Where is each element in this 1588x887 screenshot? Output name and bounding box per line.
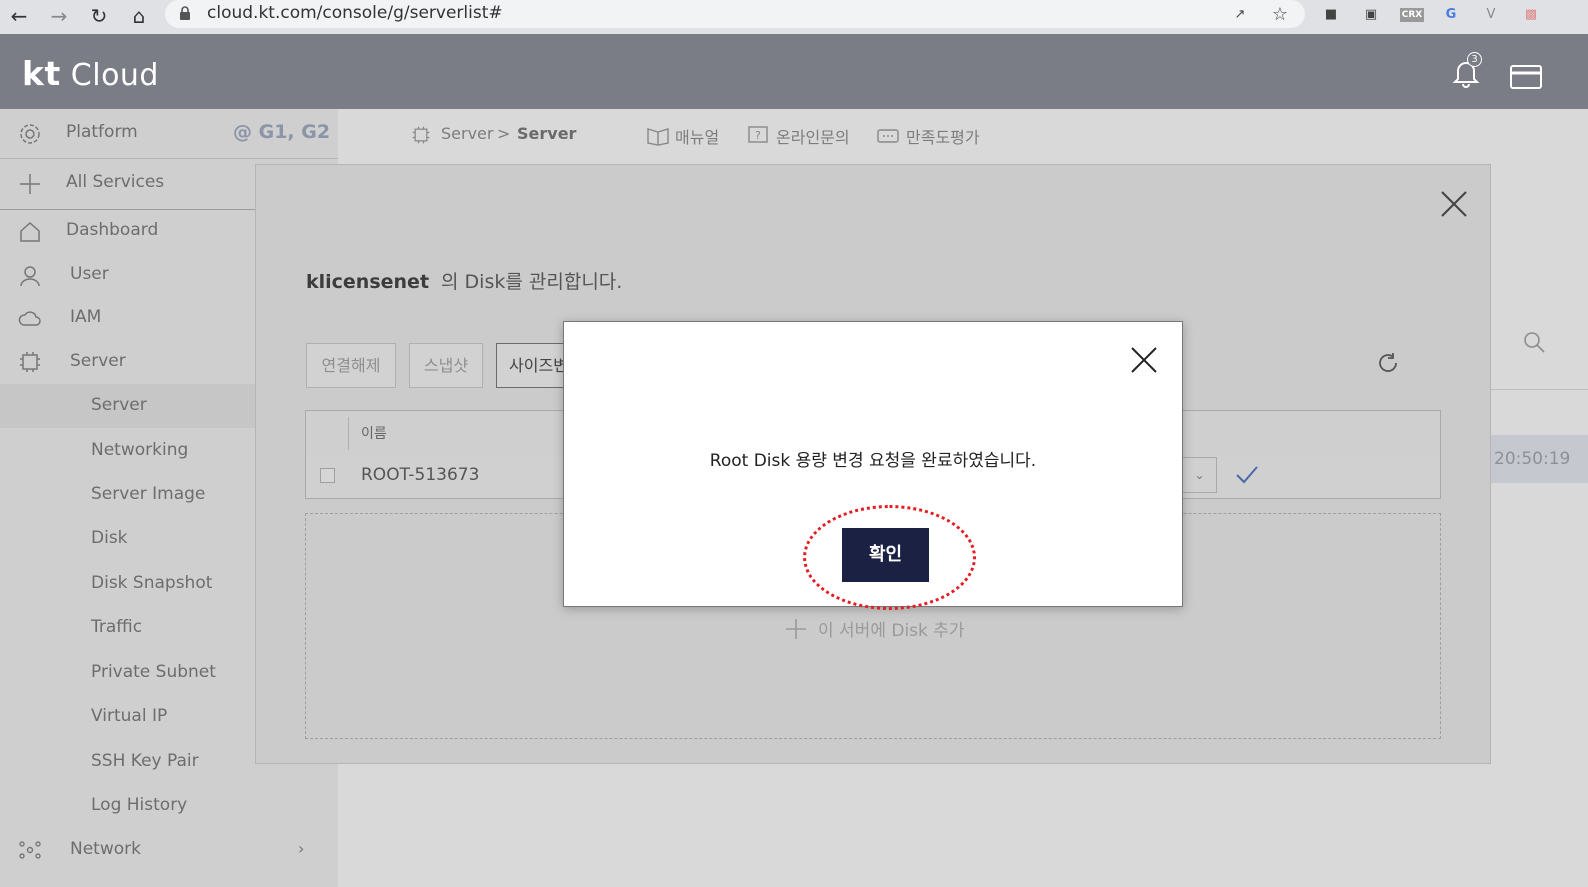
close-icon[interactable] (1439, 189, 1469, 219)
all-services-label: All Services (66, 172, 165, 192)
snapshot-button[interactable]: 스냅샷 (409, 343, 483, 388)
extension-cast-icon[interactable]: ▣ (1360, 4, 1382, 26)
sidebar-sub-server[interactable]: Server (91, 395, 147, 415)
browser-toolbar: ← → ↻ ⌂ cloud.kt.com/console/g/serverlis… (0, 0, 1588, 34)
sidebar-item-label: Network (70, 839, 141, 859)
breadcrumb-level1[interactable]: Server (441, 124, 493, 143)
billing-card-icon[interactable] (1510, 65, 1542, 89)
sidebar-sub-private-subnet[interactable]: Private Subnet (91, 662, 216, 682)
sidebar-sub-virtual-ip[interactable]: Virtual IP (91, 706, 167, 726)
sidebar-item-label: Dashboard (66, 220, 159, 240)
survey-icon (877, 129, 899, 143)
extension-v-icon[interactable]: V (1480, 4, 1502, 26)
add-disk-label: 이 서버에 Disk 추가 (818, 621, 965, 641)
column-separator (348, 417, 349, 450)
home-icon (20, 221, 40, 242)
chevron-right-icon: › (298, 839, 305, 858)
modal-title-suffix: 의 Disk를 관리합니다. (441, 271, 623, 293)
breadcrumb-separator: > (497, 124, 511, 143)
sidebar-sub-traffic[interactable]: Traffic (91, 617, 142, 637)
app-header: kt Cloud 3 (0, 34, 1588, 109)
column-name-header: 이름 (361, 426, 387, 442)
share-icon[interactable]: ↗ (1229, 4, 1251, 26)
sidebar-sub-disk-snapshot[interactable]: Disk Snapshot (91, 573, 212, 593)
close-icon[interactable] (1129, 345, 1159, 375)
extension-lock-icon[interactable]: ■ (1320, 4, 1342, 26)
checkmark-icon[interactable] (1234, 462, 1260, 488)
home-icon[interactable]: ⌂ (124, 2, 154, 30)
chip-icon (412, 126, 430, 144)
breadcrumb-level2: Server (517, 124, 577, 143)
reload-icon[interactable]: ↻ (84, 2, 114, 30)
region-label[interactable]: @ G1, G2 (233, 121, 330, 143)
forward-icon[interactable]: → (44, 2, 74, 30)
kt-cloud-logo[interactable]: kt Cloud (22, 54, 159, 93)
notification-badge: 3 (1467, 52, 1482, 67)
url-text: cloud.kt.com/console/g/serverlist# (207, 3, 503, 23)
highlight-circle (803, 505, 976, 610)
timestamp-text: 20:50:19 (1494, 449, 1571, 469)
question-chat-icon: ? (748, 126, 768, 143)
network-icon (19, 841, 41, 859)
modal-title: klicensenet 의 Disk를 관리합니다. (306, 267, 622, 294)
star-icon[interactable]: ☆ (1269, 4, 1291, 26)
sidebar-sub-disk[interactable]: Disk (91, 528, 128, 548)
online-inquiry-link[interactable]: 온라인문의 (776, 124, 850, 148)
extension-translate-icon[interactable]: G (1440, 4, 1462, 26)
server-name: klicensenet (306, 271, 430, 293)
search-icon[interactable] (1522, 330, 1546, 354)
back-icon[interactable]: ← (4, 2, 34, 30)
extension-crx-icon[interactable]: CRX (1400, 8, 1424, 22)
sidebar-sub-networking[interactable]: Networking (91, 440, 188, 460)
survey-link[interactable]: 만족도평가 (906, 124, 980, 148)
disconnect-button[interactable]: 연결해제 (306, 343, 396, 388)
sidebar-item-label: Server (70, 351, 126, 371)
extension-puzzle-icon[interactable]: ▩ (1520, 4, 1542, 26)
book-icon (647, 128, 669, 146)
plus-icon (786, 619, 806, 639)
refresh-icon[interactable] (1376, 351, 1400, 375)
row-checkbox[interactable] (320, 468, 335, 483)
sidebar-sub-server-image[interactable]: Server Image (91, 484, 205, 504)
sidebar-item-label: User (70, 264, 109, 284)
svg-text:?: ? (755, 129, 761, 142)
chip-icon (20, 352, 40, 372)
gear-icon (20, 124, 40, 144)
sidebar-sub-log-history[interactable]: Log History (91, 795, 187, 815)
cloud-key-icon (18, 311, 41, 326)
address-bar[interactable]: cloud.kt.com/console/g/serverlist# ↗ ☆ (165, 0, 1305, 28)
confirm-message: Root Disk 용량 변경 요청을 완료하였습니다. (709, 451, 1037, 471)
platform-label: Platform (66, 122, 138, 142)
sidebar-sub-ssh-key-pair[interactable]: SSH Key Pair (91, 751, 199, 771)
platform-selector[interactable]: Platform @ G1, G2 (0, 109, 338, 159)
user-icon (20, 266, 40, 287)
chevron-down-icon[interactable]: ⌄ (1183, 457, 1217, 493)
lock-icon (180, 6, 190, 20)
divider (1491, 389, 1588, 390)
disk-name: ROOT-513673 (361, 465, 480, 485)
manual-link[interactable]: 매뉴얼 (675, 124, 719, 148)
plus-icon (20, 174, 40, 194)
sidebar-item-label: IAM (70, 307, 102, 327)
